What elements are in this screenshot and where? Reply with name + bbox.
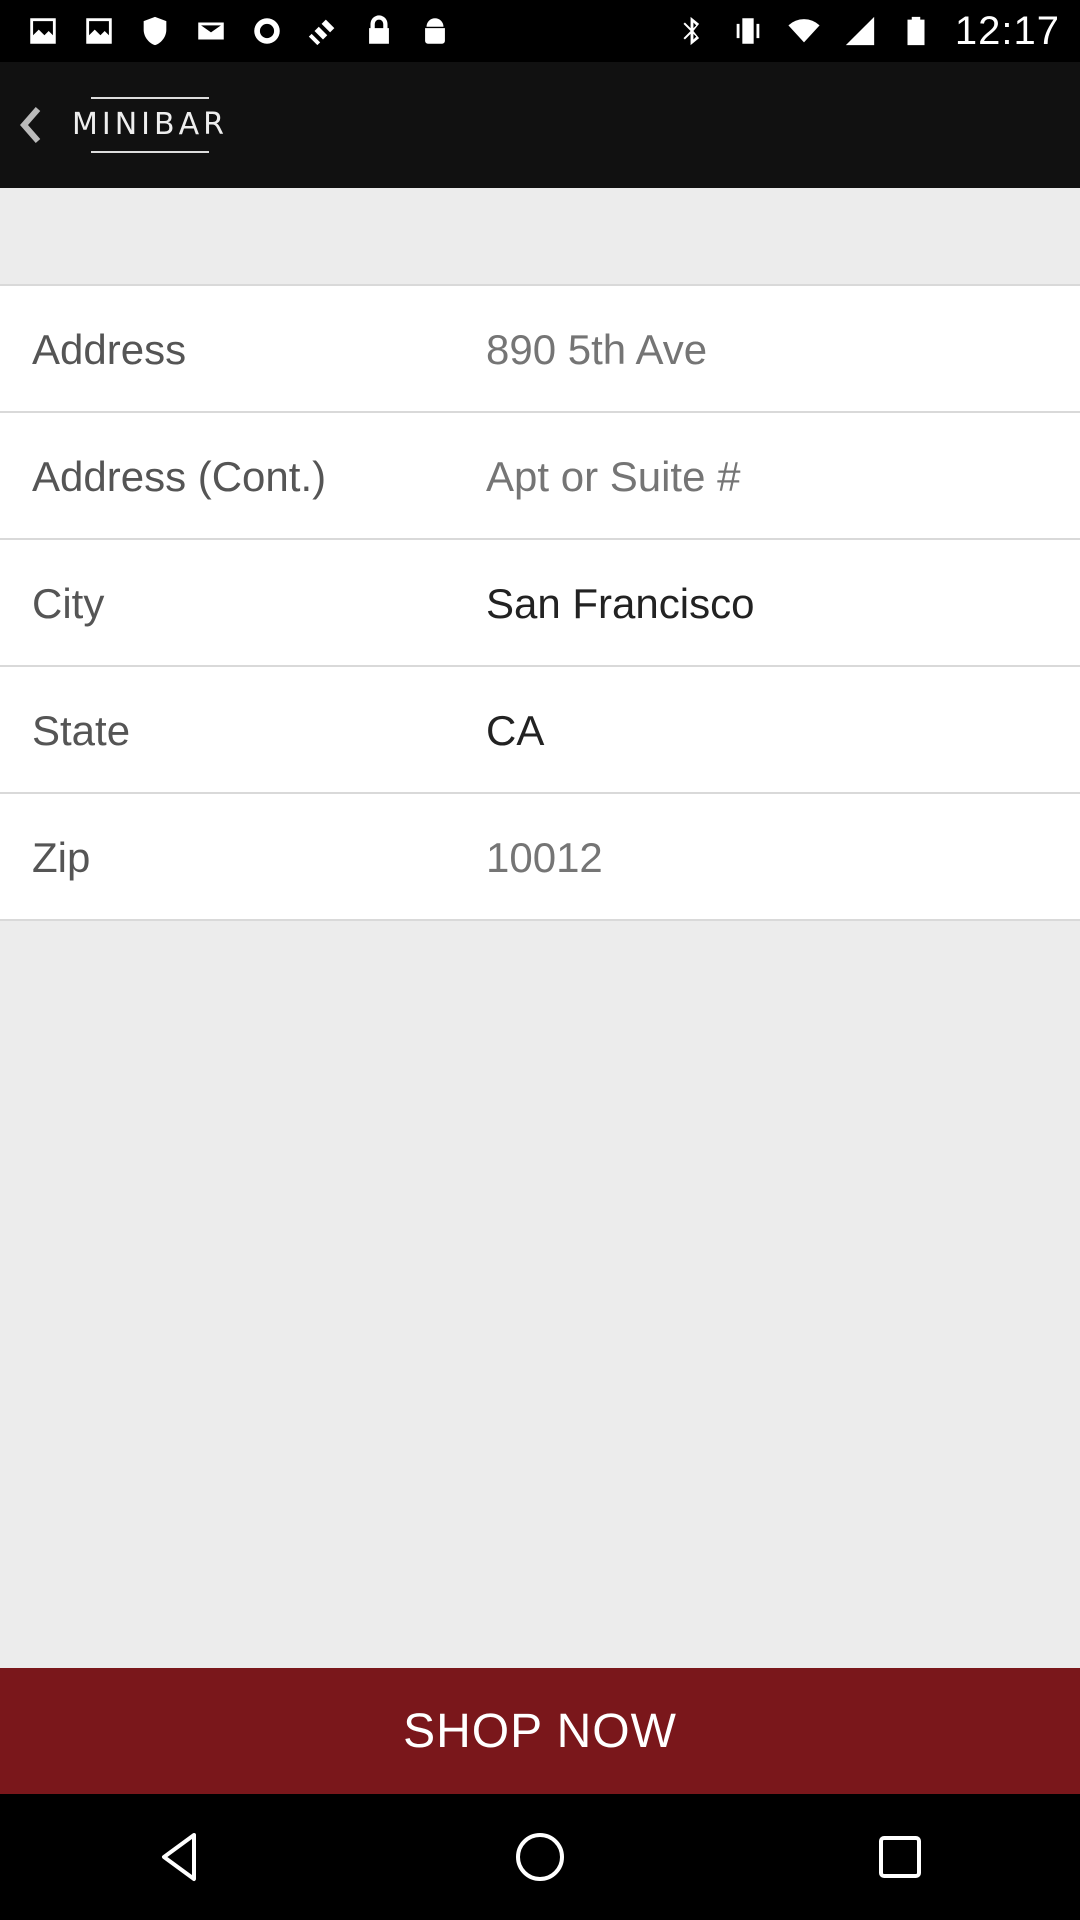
status-bar: 12:17 xyxy=(0,0,1080,62)
nav-back-button[interactable] xyxy=(135,1812,225,1902)
form-row-city: City xyxy=(0,540,1080,667)
back-button[interactable] xyxy=(0,62,60,188)
address-label: Address xyxy=(32,326,187,373)
nav-home-button[interactable] xyxy=(495,1812,585,1902)
square-recents-icon xyxy=(879,1836,921,1878)
form-row-address-cont: Address (Cont.) xyxy=(0,413,1080,540)
address-field[interactable] xyxy=(486,286,1066,413)
state-label: State xyxy=(32,707,131,754)
form-row-zip: Zip xyxy=(0,794,1080,921)
form-row-state: State xyxy=(0,667,1080,794)
battery-icon xyxy=(899,14,933,48)
form-row-address: Address xyxy=(0,286,1080,413)
address-form: Address Address (Cont.) City State Zip xyxy=(0,284,1080,921)
shop-now-button[interactable]: SHOP NOW xyxy=(0,1668,1080,1794)
shield-icon xyxy=(138,14,172,48)
triangle-back-icon xyxy=(162,1833,196,1881)
address-cont-field[interactable] xyxy=(486,413,1066,540)
state-field[interactable] xyxy=(486,667,1066,794)
content-area: Address Address (Cont.) City State Zip xyxy=(0,188,1080,1668)
zip-label: Zip xyxy=(32,834,91,881)
android-icon xyxy=(418,14,452,48)
record-icon xyxy=(250,14,284,48)
mail-icon xyxy=(194,14,228,48)
chevron-left-icon xyxy=(20,107,41,143)
satellite-icon xyxy=(306,14,340,48)
nav-recents-button[interactable] xyxy=(855,1812,945,1902)
city-field[interactable] xyxy=(486,540,1066,667)
vibrate-icon xyxy=(731,14,765,48)
zip-field[interactable] xyxy=(486,794,1066,921)
app-logo: MINIBAR xyxy=(68,96,232,154)
status-right-icons: 12:17 xyxy=(675,9,1060,54)
image-icon xyxy=(82,14,116,48)
status-left-icons xyxy=(26,14,452,48)
image-icon xyxy=(26,14,60,48)
city-label: City xyxy=(32,580,105,627)
app-bar: MINIBAR xyxy=(0,62,1080,188)
status-clock: 12:17 xyxy=(954,8,1060,53)
bluetooth-icon xyxy=(675,14,709,48)
address-cont-label: Address (Cont.) xyxy=(32,453,327,500)
wifi-icon xyxy=(787,14,821,48)
circle-home-icon xyxy=(516,1833,564,1881)
logo-text: MINIBAR xyxy=(72,107,228,142)
navigation-bar xyxy=(0,1794,1080,1920)
signal-icon xyxy=(843,14,877,48)
lock-icon xyxy=(362,14,396,48)
logo-rule-bottom xyxy=(90,151,209,153)
